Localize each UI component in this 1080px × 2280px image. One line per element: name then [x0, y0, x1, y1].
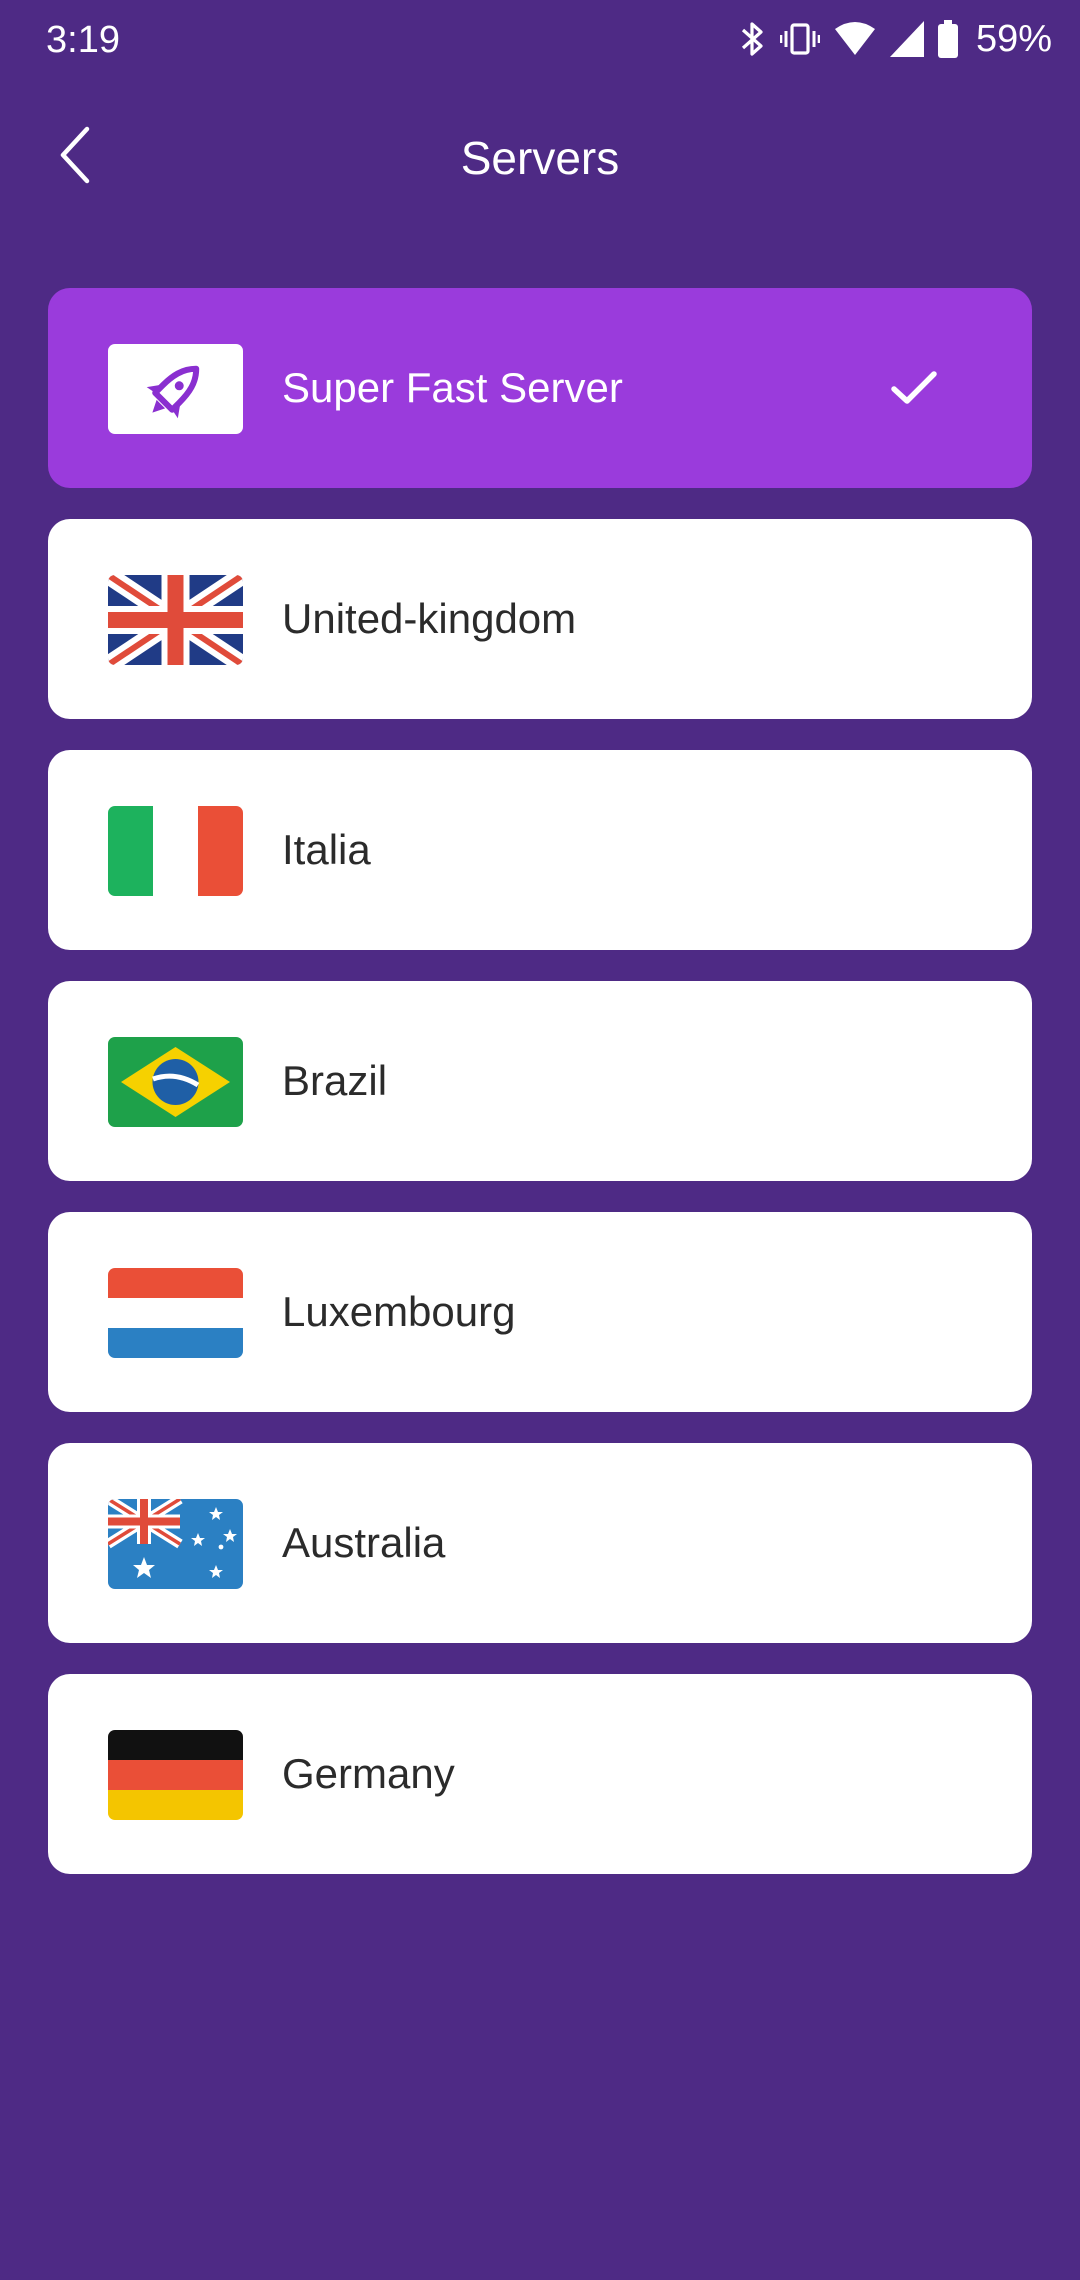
server-label: Australia — [282, 1519, 446, 1566]
server-item-australia[interactable]: Australia — [48, 1443, 1032, 1643]
server-item-germany[interactable]: Germany — [48, 1674, 1032, 1874]
battery-percentage: 59% — [975, 18, 1052, 60]
server-item-super-fast[interactable]: Super Fast Server — [48, 288, 1032, 488]
page-title: Servers — [460, 132, 620, 184]
vibrate-icon — [779, 19, 820, 59]
wifi-icon — [834, 21, 876, 57]
status-bar: 3:19 59% — [0, 0, 1080, 80]
server-item-brazil[interactable]: Brazil — [48, 981, 1032, 1181]
app-header: Servers — [0, 100, 1080, 220]
bluetooth-icon — [740, 19, 766, 59]
server-label: Germany — [282, 1750, 455, 1797]
server-label: Super Fast Server — [282, 364, 623, 411]
australia-flag-icon — [108, 1499, 243, 1589]
germany-flag-icon — [108, 1730, 243, 1820]
uk-flag-icon — [108, 575, 243, 665]
server-item-luxembourg[interactable]: Luxembourg — [48, 1212, 1032, 1412]
status-time: 3:19 — [46, 19, 120, 61]
italy-flag-icon — [108, 806, 243, 896]
server-item-united-kingdom[interactable]: United-kingdom — [48, 519, 1032, 719]
signal-icon — [889, 21, 924, 57]
luxembourg-flag-icon — [108, 1268, 243, 1358]
server-item-italia[interactable]: Italia — [48, 750, 1032, 950]
check-icon — [886, 360, 942, 416]
battery-icon — [937, 20, 958, 58]
server-label: Italia — [282, 826, 371, 873]
server-label: United-kingdom — [282, 595, 577, 642]
server-label: Luxembourg — [282, 1288, 516, 1335]
brazil-flag-icon — [108, 1037, 243, 1127]
server-list: Super Fast Server United-kingdom Italia … — [48, 288, 1032, 1905]
rocket-icon — [108, 344, 243, 434]
server-label: Brazil — [282, 1057, 388, 1104]
status-icons: 59% — [740, 14, 1052, 64]
